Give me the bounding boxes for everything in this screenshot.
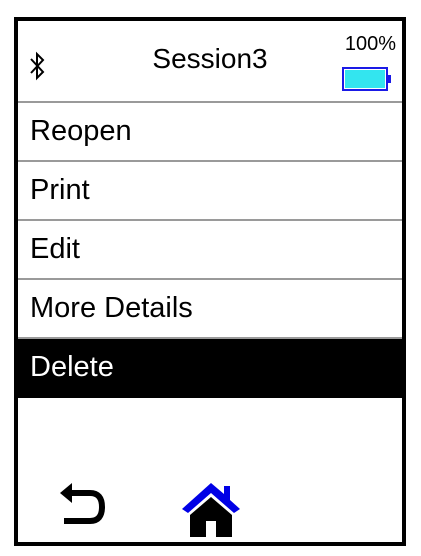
- menu-list: Reopen Print Edit More Details Delete: [18, 103, 402, 398]
- header-bar: Session3 100%: [18, 21, 402, 103]
- menu-item-delete[interactable]: Delete: [18, 339, 402, 398]
- menu-item-more-details[interactable]: More Details: [18, 280, 402, 339]
- menu-item-reopen[interactable]: Reopen: [18, 103, 402, 162]
- menu-item-edit[interactable]: Edit: [18, 221, 402, 280]
- menu-item-print[interactable]: Print: [18, 162, 402, 221]
- menu-item-label: Delete: [30, 351, 114, 383]
- back-arrow-icon[interactable]: [58, 483, 106, 527]
- menu-item-label: More Details: [30, 292, 193, 324]
- menu-item-label: Print: [30, 174, 90, 206]
- battery-percent: 100%: [344, 33, 396, 55]
- battery-icon: [342, 67, 391, 91]
- device-screen: Session3 100% Reopen Print Edit More Det…: [14, 17, 406, 546]
- home-icon[interactable]: [180, 481, 242, 537]
- menu-item-label: Reopen: [30, 115, 132, 147]
- menu-item-label: Edit: [30, 233, 80, 265]
